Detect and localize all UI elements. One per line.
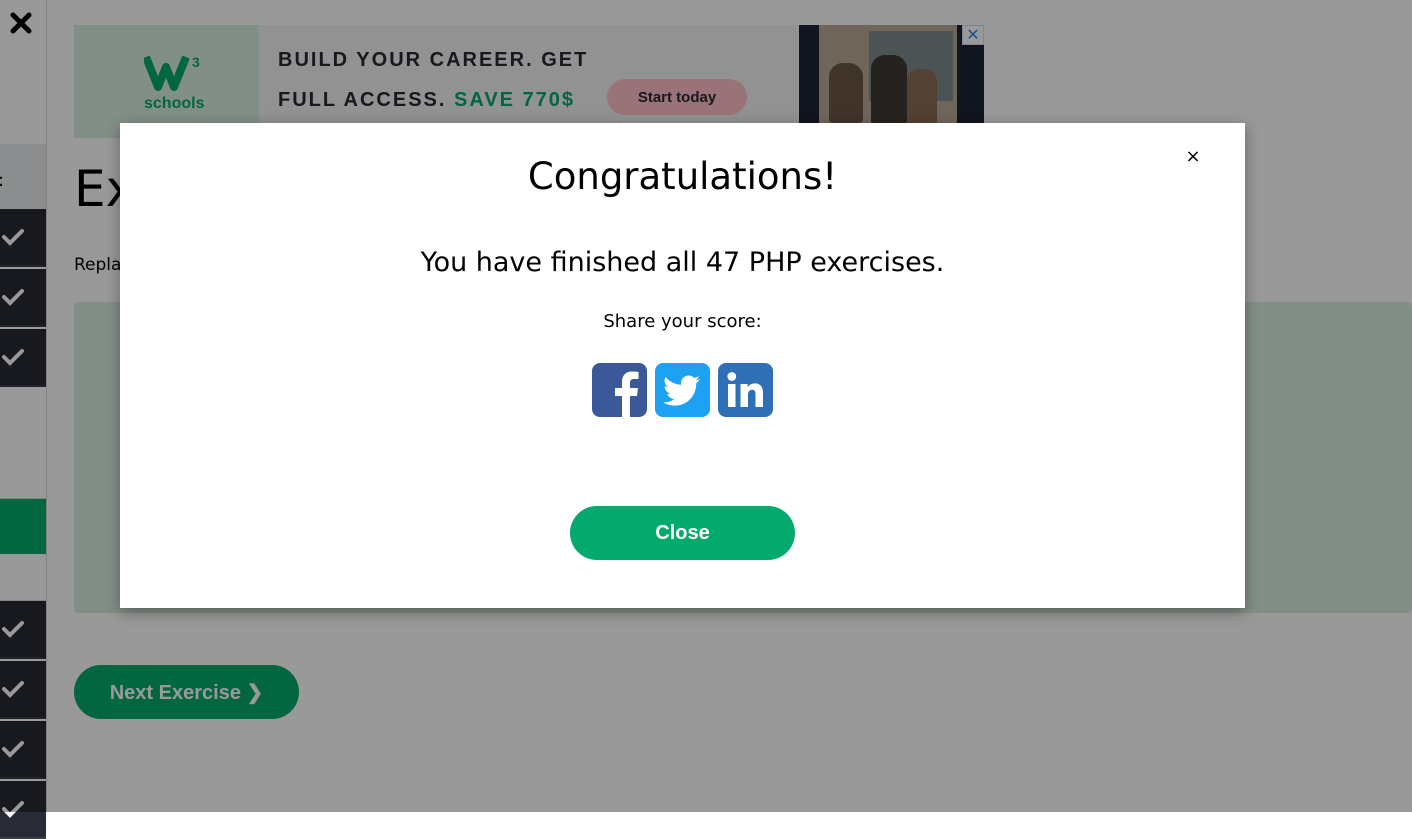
- twitter-icon[interactable]: [655, 363, 710, 417]
- facebook-icon[interactable]: [592, 363, 647, 417]
- close-button[interactable]: Close: [570, 506, 795, 560]
- linkedin-icon[interactable]: [718, 363, 773, 417]
- share-label: Share your score:: [603, 311, 762, 332]
- congratulations-modal: × Congratulations! You have finished all…: [120, 123, 1245, 608]
- share-buttons: [592, 363, 774, 417]
- modal-title: Congratulations!: [527, 155, 838, 198]
- modal-message: You have finished all 47 PHP exercises.: [420, 247, 945, 278]
